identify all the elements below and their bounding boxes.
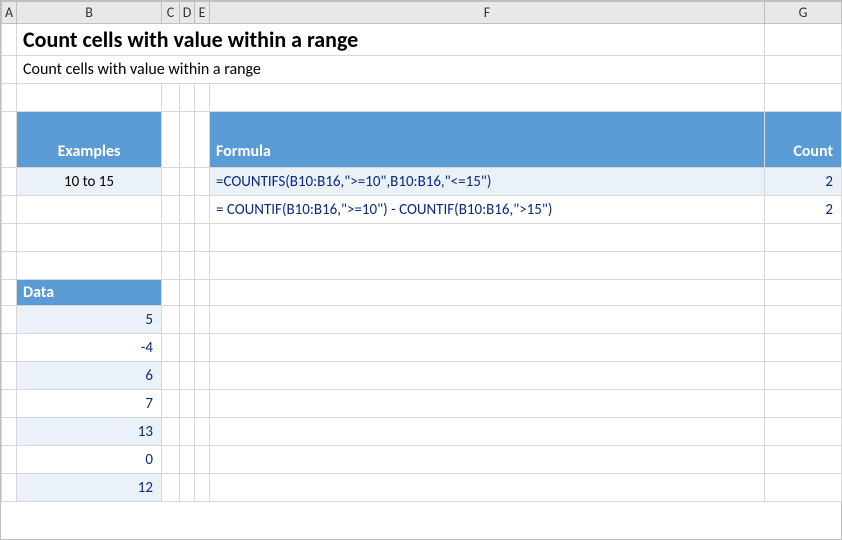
- cell[interactable]: [162, 168, 180, 196]
- data-cell[interactable]: 6: [17, 362, 162, 390]
- formula-count-2[interactable]: 2: [765, 196, 842, 224]
- col-header-e[interactable]: E: [195, 2, 210, 24]
- cell[interactable]: [2, 24, 17, 56]
- row-data-header[interactable]: Data: [2, 280, 842, 306]
- cell[interactable]: [2, 280, 17, 306]
- data-cell[interactable]: 13: [17, 418, 162, 446]
- row-data[interactable]: 5: [2, 306, 842, 334]
- formula-count-1[interactable]: 2: [765, 168, 842, 196]
- row-data[interactable]: 13: [2, 418, 842, 446]
- cell[interactable]: [180, 112, 195, 168]
- data-cell[interactable]: 5: [17, 306, 162, 334]
- spreadsheet: A B C D E F G Count cells with value wit…: [0, 0, 842, 540]
- example-label[interactable]: 10 to 15: [17, 168, 162, 196]
- cell[interactable]: [180, 168, 195, 196]
- row-formula-2[interactable]: = COUNTIF(B10:B16,">=10") - COUNTIF(B10:…: [2, 196, 842, 224]
- data-cell[interactable]: 12: [17, 474, 162, 502]
- cell[interactable]: [180, 196, 195, 224]
- cell[interactable]: [162, 280, 180, 306]
- row-data[interactable]: -4: [2, 334, 842, 362]
- cell[interactable]: [195, 280, 210, 306]
- cell[interactable]: [195, 112, 210, 168]
- col-header-b[interactable]: B: [17, 2, 162, 24]
- cell[interactable]: [195, 196, 210, 224]
- col-header-c[interactable]: C: [162, 2, 180, 24]
- row-data[interactable]: 0: [2, 446, 842, 474]
- row-empty[interactable]: [2, 252, 842, 280]
- row-section-header[interactable]: Examples Formula Count: [2, 112, 842, 168]
- row-data[interactable]: 12: [2, 474, 842, 502]
- grid[interactable]: A B C D E F G Count cells with value wit…: [1, 1, 842, 502]
- row-data[interactable]: 6: [2, 362, 842, 390]
- cell[interactable]: [195, 168, 210, 196]
- formula-text-1[interactable]: =COUNTIFS(B10:B16,">=10",B10:B16,"<=15"): [210, 168, 765, 196]
- row-formula-1[interactable]: 10 to 15 =COUNTIFS(B10:B16,">=10",B10:B1…: [2, 168, 842, 196]
- page-subtitle[interactable]: Count cells with value within a range: [17, 56, 765, 84]
- cell[interactable]: [2, 168, 17, 196]
- formula-header[interactable]: Formula: [210, 112, 765, 168]
- cell[interactable]: [765, 24, 842, 56]
- cell[interactable]: [2, 112, 17, 168]
- row-subtitle[interactable]: Count cells with value within a range: [2, 56, 842, 84]
- data-header[interactable]: Data: [17, 280, 162, 306]
- cell[interactable]: [180, 280, 195, 306]
- cell[interactable]: [162, 196, 180, 224]
- row-data[interactable]: 7: [2, 390, 842, 418]
- column-header-row[interactable]: A B C D E F G: [2, 2, 842, 24]
- formula-text-2[interactable]: = COUNTIF(B10:B16,">=10") - COUNTIF(B10:…: [210, 196, 765, 224]
- col-header-d[interactable]: D: [180, 2, 195, 24]
- cell[interactable]: [210, 280, 765, 306]
- cell[interactable]: [162, 112, 180, 168]
- col-header-a[interactable]: A: [2, 2, 17, 24]
- cell[interactable]: [765, 280, 842, 306]
- cell[interactable]: [2, 196, 17, 224]
- cell[interactable]: [2, 56, 17, 84]
- row-title[interactable]: Count cells with value within a range: [2, 24, 842, 56]
- cell[interactable]: [17, 196, 162, 224]
- data-cell[interactable]: -4: [17, 334, 162, 362]
- row-empty[interactable]: [2, 84, 842, 112]
- count-header[interactable]: Count: [765, 112, 842, 168]
- examples-header[interactable]: Examples: [17, 112, 162, 168]
- data-cell[interactable]: 0: [17, 446, 162, 474]
- row-empty[interactable]: [2, 224, 842, 252]
- cell[interactable]: [765, 56, 842, 84]
- data-cell[interactable]: 7: [17, 390, 162, 418]
- page-title[interactable]: Count cells with value within a range: [17, 24, 765, 56]
- col-header-g[interactable]: G: [765, 2, 842, 24]
- col-header-f[interactable]: F: [210, 2, 765, 24]
